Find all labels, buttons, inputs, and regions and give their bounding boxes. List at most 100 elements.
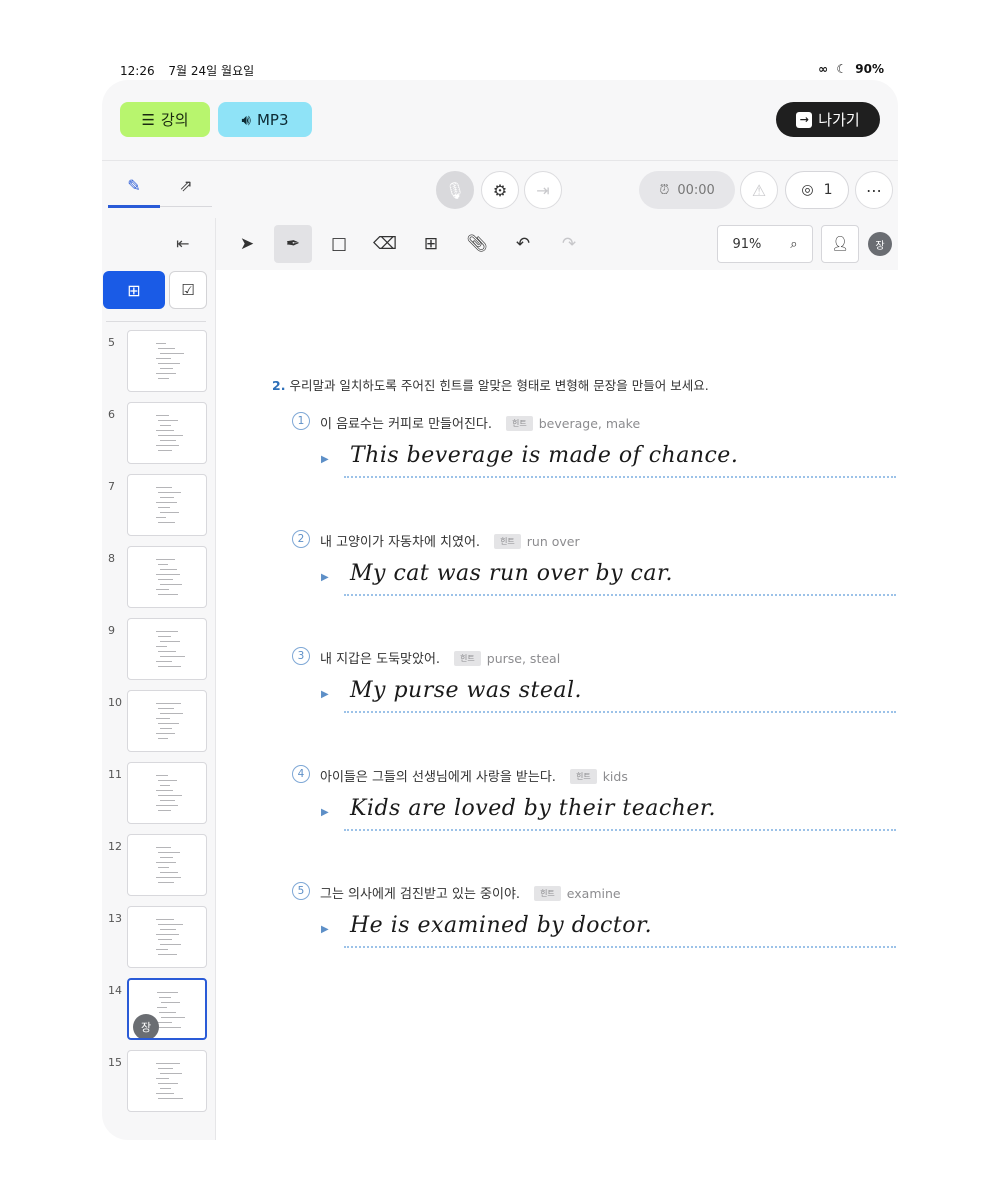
thumbnail-line	[158, 780, 177, 781]
page-thumbnail[interactable]	[127, 330, 207, 392]
thumbnail-line	[158, 450, 172, 451]
page-number: 5	[108, 336, 115, 349]
zoom-level: 91%	[732, 236, 762, 252]
thumbnail-line	[160, 872, 178, 873]
korean-sentence: 내 지갑은 도둑맞았어. 힌트 purse, steal	[320, 648, 560, 667]
korean-text: 아이들은 그들의 선생님에게 사랑을 받는다.	[320, 769, 556, 785]
redo-button[interactable]: ↷	[550, 225, 588, 263]
thumbnail-line	[156, 661, 172, 662]
link-icon: ∞	[818, 62, 829, 76]
thumbnail-line	[158, 939, 172, 940]
item-number: 5	[292, 882, 310, 900]
worksheet-canvas[interactable]: 2. 우리말과 일치하도록 주어진 힌트를 알맞은 형태로 변형해 문장을 만들어…	[217, 270, 898, 1140]
thumbnail-line	[158, 954, 177, 955]
mic-toggle-button[interactable]: 🎙︎	[436, 171, 474, 209]
hint-words: beverage, make	[538, 416, 641, 431]
alert-button[interactable]: ⚠	[740, 171, 778, 209]
thumbnail-line	[158, 522, 175, 523]
select-pages-button[interactable]: ☑	[169, 271, 207, 309]
thumbnail-line	[158, 795, 182, 796]
tab-pen-view[interactable]: ✎	[108, 161, 160, 209]
siren-icon: ⚠	[751, 180, 767, 200]
settings-button[interactable]: ⚙	[481, 171, 519, 209]
rectangle-tool[interactable]: □	[320, 225, 358, 263]
thumbnail-line	[158, 882, 174, 883]
thumbnail-line	[160, 569, 177, 570]
korean-text: 내 고양이가 자동차에 치였어.	[320, 534, 481, 550]
thumbnail-line	[160, 929, 176, 930]
korean-sentence: 그는 의사에게 검진받고 있는 중이야. 힌트 examine	[320, 883, 621, 902]
speaking-user-icon: 👤︎	[831, 236, 849, 252]
page-thumbnail[interactable]	[127, 906, 207, 968]
user-icon: ◎	[801, 182, 814, 198]
mp3-button[interactable]: 🔊︎ MP3	[218, 102, 312, 137]
timer-button[interactable]: ⏰︎ 00:00	[639, 171, 735, 209]
page-number: 13	[108, 912, 122, 925]
page-thumbnail[interactable]	[127, 474, 207, 536]
undo-button[interactable]: ↶	[504, 225, 542, 263]
thumbnail-line	[156, 733, 175, 734]
pointer-icon: ➤	[239, 234, 255, 254]
exit-button[interactable]: → 나가기	[776, 102, 880, 137]
eraser-tool[interactable]: ⌫	[366, 225, 404, 263]
item-number: 3	[292, 647, 310, 665]
page-sidebar: ⇤ ⊞ ☑ 5 6 7 8 9 10 11 12 13 14 장 15	[102, 218, 216, 1140]
mic-off-icon: 🎙︎	[444, 180, 466, 200]
add-page-button[interactable]: ⊞	[103, 271, 165, 309]
page-thumbnail[interactable]	[127, 762, 207, 824]
rectangle-icon: □	[330, 234, 348, 254]
app-header: ☰ 강의 🔊︎ MP3 → 나가기	[102, 80, 898, 160]
pointer-tool[interactable]: ➤	[228, 225, 266, 263]
thumbnail-line	[156, 430, 174, 431]
thumbnail-line	[156, 415, 169, 416]
avatar[interactable]: 장	[868, 232, 892, 256]
enter-button[interactable]: ⇥	[524, 171, 562, 209]
thumbnail-line	[156, 703, 181, 704]
thumbnail-line	[159, 1027, 181, 1028]
thumbnail-line	[160, 1073, 182, 1074]
collapse-sidebar-button[interactable]: ⇤	[176, 234, 189, 253]
korean-sentence: 내 고양이가 자동차에 치였어. 힌트 run over	[320, 531, 580, 550]
thumbnail-line	[160, 713, 183, 714]
undo-icon: ↶	[515, 234, 531, 254]
thumbnail-line	[158, 708, 174, 709]
answer-line	[344, 946, 896, 949]
lecture-button[interactable]: ☰ 강의	[120, 102, 210, 137]
answer-line	[344, 476, 896, 479]
speaker-user-button[interactable]: 👤︎	[821, 225, 859, 263]
page-thumbnail[interactable]	[127, 402, 207, 464]
redo-icon: ↷	[561, 234, 577, 254]
page-thumbnail[interactable]	[127, 618, 207, 680]
thumbnail-line	[158, 651, 176, 652]
drawing-toolbar: ➤ ✒ □ ⌫ ⊞ 📎︎ ↶ ↷ 91% ⌕ 👤︎ 장	[216, 218, 898, 270]
pen-tool[interactable]: ✒	[274, 225, 312, 263]
participants-button[interactable]: ◎ 1	[785, 171, 849, 209]
thumbnail-line	[157, 992, 178, 993]
zoom-control[interactable]: 91% ⌕	[717, 225, 813, 263]
page-thumbnail[interactable]	[127, 834, 207, 896]
page-thumbnail[interactable]: 장	[127, 978, 207, 1040]
gear-icon: ⚙	[492, 180, 508, 200]
page-number: 6	[108, 408, 115, 421]
add-box-tool[interactable]: ⊞	[412, 225, 450, 263]
thumbnail-line	[156, 358, 171, 359]
chat-button[interactable]: ⋯	[855, 171, 893, 209]
thumbnail-line	[158, 363, 180, 364]
thumbnail-line	[157, 1022, 172, 1023]
thumbnail-line	[156, 949, 168, 950]
thumbnail-line	[158, 1068, 173, 1069]
page-thumbnail[interactable]	[127, 546, 207, 608]
thumbnail-line	[156, 631, 178, 632]
answer-arrow-icon: ▶	[321, 571, 329, 583]
attach-tool[interactable]: 📎︎	[458, 225, 496, 263]
thumbnail-line	[156, 718, 170, 719]
tab-share-view[interactable]: ⇗	[160, 161, 212, 209]
thumbnail-line	[156, 1063, 180, 1064]
thumbnail-line	[158, 867, 169, 868]
page-thumbnail[interactable]	[127, 1050, 207, 1112]
thumbnail-line	[156, 517, 166, 518]
add-box-icon: ⊞	[423, 234, 439, 254]
handwritten-answer: My purse was steal.	[350, 678, 583, 703]
page-thumbnail[interactable]	[127, 690, 207, 752]
page-number: 15	[108, 1056, 122, 1069]
